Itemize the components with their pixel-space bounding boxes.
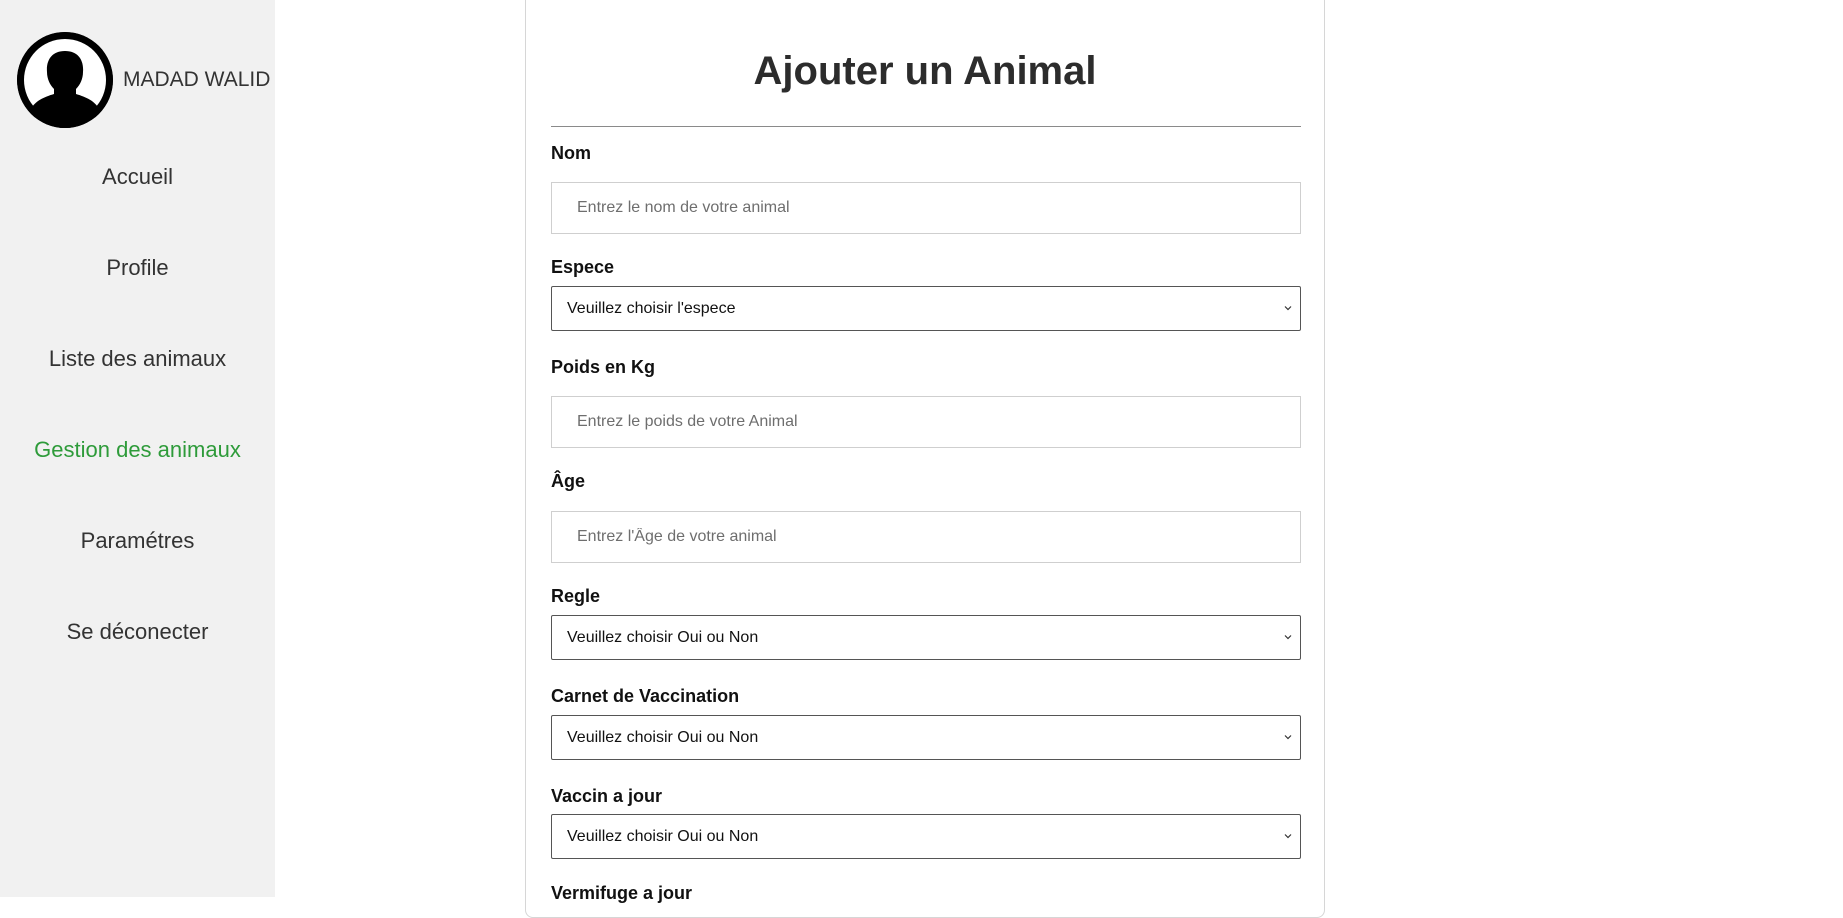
- regle-label: Regle: [551, 586, 601, 606]
- nav-item-liste-animaux[interactable]: Liste des animaux: [0, 330, 275, 421]
- user-name: MADAD WALID: [123, 68, 271, 91]
- title-divider: [551, 126, 1301, 127]
- chevron-down-icon: [1284, 834, 1292, 839]
- chevron-down-icon: [1284, 635, 1292, 640]
- vermifuge-label: Vermifuge a jour: [551, 883, 693, 903]
- nav-item-accueil[interactable]: Accueil: [0, 148, 275, 239]
- vaccin-select[interactable]: Veuillez choisir Oui ou Non: [551, 814, 1301, 859]
- avatar-icon: [17, 32, 113, 128]
- age-input[interactable]: [551, 511, 1301, 563]
- nom-label: Nom: [551, 143, 591, 163]
- nav-item-profile[interactable]: Profile: [0, 239, 275, 330]
- regle-select[interactable]: Veuillez choisir Oui ou Non: [551, 615, 1301, 660]
- sidebar-nav: Accueil Profile Liste des animaux Gestio…: [0, 148, 275, 694]
- espece-select-value: Veuillez choisir l'espece: [567, 300, 736, 317]
- regle-select-value: Veuillez choisir Oui ou Non: [567, 629, 759, 646]
- age-label: Âge: [551, 471, 586, 491]
- nav-item-deconnecter[interactable]: Se déconecter: [0, 603, 275, 694]
- carnet-select-value: Veuillez choisir Oui ou Non: [567, 729, 759, 746]
- carnet-select[interactable]: Veuillez choisir Oui ou Non: [551, 715, 1301, 760]
- nav-item-gestion-animaux[interactable]: Gestion des animaux: [0, 421, 275, 512]
- chevron-down-icon: [1284, 735, 1292, 740]
- nav-item-parametres[interactable]: Paramétres: [0, 512, 275, 603]
- carnet-label: Carnet de Vaccination: [551, 686, 740, 706]
- espece-select[interactable]: Veuillez choisir l'espece: [551, 286, 1301, 331]
- vaccin-select-value: Veuillez choisir Oui ou Non: [567, 828, 759, 845]
- form-title: Ajouter un Animal: [753, 49, 1097, 93]
- user-block: MADAD WALID: [17, 32, 270, 128]
- sidebar: MADAD WALID Accueil Profile Liste des an…: [0, 0, 275, 897]
- poids-input[interactable]: [551, 396, 1301, 448]
- poids-label: Poids en Kg: [551, 357, 656, 377]
- nom-input[interactable]: [551, 182, 1301, 234]
- vaccin-label: Vaccin a jour: [551, 786, 663, 806]
- chevron-down-icon: [1284, 306, 1292, 311]
- add-animal-form: Ajouter un Animal Nom Espece Veuillez ch…: [525, 0, 1325, 918]
- espece-label: Espece: [551, 257, 615, 277]
